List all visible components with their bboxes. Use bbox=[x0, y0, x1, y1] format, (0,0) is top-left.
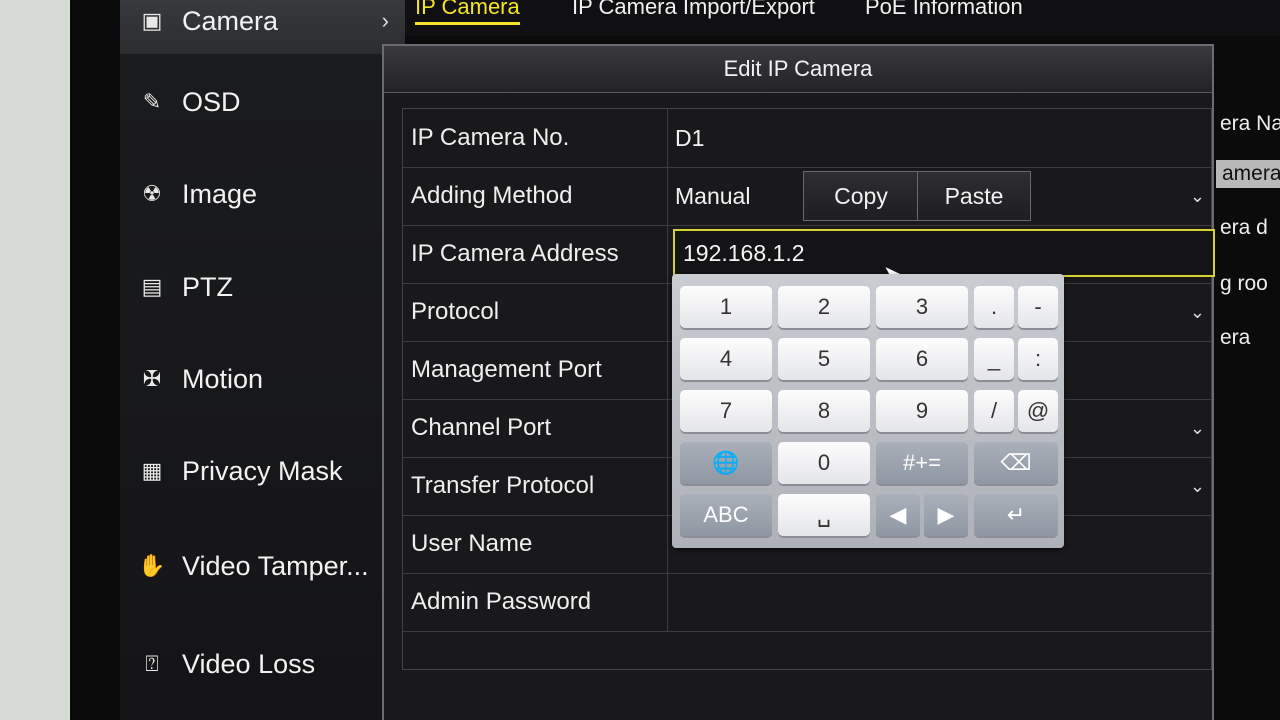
sidebar-item-ptz[interactable]: ▤ PTZ bbox=[120, 259, 405, 315]
key-5[interactable]: 5 bbox=[778, 338, 870, 380]
table-cell: g roo bbox=[1220, 272, 1268, 295]
key-underscore[interactable]: _ bbox=[974, 338, 1014, 380]
table-cell[interactable]: amera bbox=[1216, 160, 1280, 188]
row-admin-password: Admin Password bbox=[403, 573, 1211, 632]
chevron-down-icon[interactable]: ⌄ bbox=[1190, 457, 1205, 515]
tab-bar: IP Camera IP Camera Import/Export PoE In… bbox=[405, 0, 1280, 36]
chevron-right-icon: › bbox=[381, 8, 389, 33]
on-screen-keypad: 1 2 3 . - 4 5 6 _ : 7 8 9 / @ 🌐 0 #+= ⌫ … bbox=[672, 274, 1064, 548]
camera-no-value: D1 bbox=[675, 125, 705, 151]
camera-icon: ▣ bbox=[141, 8, 163, 33]
key-3[interactable]: 3 bbox=[876, 286, 968, 328]
paste-button[interactable]: Paste bbox=[917, 171, 1031, 221]
globe-icon[interactable]: 🌐 bbox=[680, 442, 772, 484]
key-dot[interactable]: . bbox=[974, 286, 1014, 328]
key-colon[interactable]: : bbox=[1018, 338, 1058, 380]
row-camera-no: IP Camera No. D1 bbox=[403, 109, 1211, 168]
sidebar-item-label: Camera bbox=[182, 5, 279, 36]
sidebar-item-image[interactable]: ☢ Image bbox=[120, 166, 405, 222]
sidebar: ▣ Camera › ✎ OSD ☢ Image ▤ PTZ ✠ Motion … bbox=[120, 0, 405, 720]
space-icon[interactable]: ␣ bbox=[778, 494, 870, 536]
arrow-right-icon[interactable]: ▶ bbox=[924, 494, 968, 536]
key-at[interactable]: @ bbox=[1018, 390, 1058, 432]
ptz-icon: ▤ bbox=[141, 274, 163, 299]
key-7[interactable]: 7 bbox=[680, 390, 772, 432]
sidebar-item-privacy-mask[interactable]: ▦ Privacy Mask bbox=[120, 443, 405, 499]
sidebar-item-label: Privacy Mask bbox=[182, 455, 343, 486]
sidebar-item-label: OSD bbox=[182, 86, 241, 117]
video-tamper-icon: ✋ bbox=[138, 553, 166, 578]
abc-key[interactable]: ABC bbox=[680, 494, 772, 536]
tab-ip-camera[interactable]: IP Camera bbox=[415, 0, 520, 25]
video-loss-icon: ⍰ bbox=[145, 651, 159, 676]
key-6[interactable]: 6 bbox=[876, 338, 968, 380]
sidebar-item-video-tamper[interactable]: ✋ Video Tamper... bbox=[120, 538, 405, 594]
osd-icon: ✎ bbox=[142, 89, 162, 114]
dvr-screen: ▣ Camera › ✎ OSD ☢ Image ▤ PTZ ✠ Motion … bbox=[70, 0, 1280, 720]
field-label: IP Camera Address bbox=[411, 240, 619, 267]
key-hyphen[interactable]: - bbox=[1018, 286, 1058, 328]
sidebar-item-motion[interactable]: ✠ Motion bbox=[120, 351, 405, 407]
row-adding-method: Adding Method Manual Copy Paste ⌄ bbox=[403, 167, 1211, 226]
tab-ip-camera-import-export[interactable]: IP Camera Import/Export bbox=[572, 0, 815, 20]
field-label: Channel Port bbox=[411, 414, 552, 441]
field-label: Management Port bbox=[411, 356, 602, 383]
chevron-down-icon[interactable]: ⌄ bbox=[1190, 167, 1205, 225]
field-label: Transfer Protocol bbox=[411, 472, 595, 499]
key-0[interactable]: 0 bbox=[778, 442, 870, 484]
chevron-down-icon[interactable]: ⌄ bbox=[1190, 399, 1205, 457]
key-2[interactable]: 2 bbox=[778, 286, 870, 328]
field-label: User Name bbox=[411, 530, 533, 557]
field-label: Protocol bbox=[411, 298, 500, 325]
sidebar-item-label: Video Tamper... bbox=[182, 550, 369, 581]
privacy-mask-icon: ▦ bbox=[141, 458, 163, 483]
table-cell: era d bbox=[1220, 216, 1268, 239]
camera-table-fragment: era Na amera era d g roo era bbox=[1210, 100, 1280, 360]
table-cell: era bbox=[1220, 326, 1251, 349]
table-cell: era Na bbox=[1220, 112, 1280, 135]
sidebar-item-label: Image bbox=[182, 178, 258, 209]
ip-camera-address-input[interactable] bbox=[673, 229, 1215, 277]
field-label: Adding Method bbox=[411, 182, 573, 209]
sidebar-item-label: Video Loss bbox=[182, 648, 316, 679]
motion-icon: ✠ bbox=[142, 366, 162, 391]
field-label: IP Camera No. bbox=[411, 124, 570, 151]
key-9[interactable]: 9 bbox=[876, 390, 968, 432]
copy-button[interactable]: Copy bbox=[803, 171, 919, 221]
key-4[interactable]: 4 bbox=[680, 338, 772, 380]
key-8[interactable]: 8 bbox=[778, 390, 870, 432]
sidebar-item-label: PTZ bbox=[182, 271, 233, 302]
sidebar-item-label: Motion bbox=[182, 363, 264, 394]
dialog-title: Edit IP Camera bbox=[384, 46, 1212, 93]
enter-icon[interactable]: ↵ bbox=[974, 494, 1058, 536]
backspace-icon[interactable]: ⌫ bbox=[974, 442, 1058, 484]
adding-method-select[interactable]: Manual bbox=[675, 167, 750, 225]
key-1[interactable]: 1 bbox=[680, 286, 772, 328]
chevron-down-icon[interactable]: ⌄ bbox=[1190, 283, 1205, 341]
image-icon: ☢ bbox=[142, 181, 162, 206]
symbols-key[interactable]: #+= bbox=[876, 442, 968, 484]
key-slash[interactable]: / bbox=[974, 390, 1014, 432]
tab-poe-information[interactable]: PoE Information bbox=[865, 0, 1023, 20]
field-label: Admin Password bbox=[411, 588, 592, 615]
sidebar-item-video-loss[interactable]: ⍰ Video Loss bbox=[120, 636, 405, 692]
sidebar-item-camera[interactable]: ▣ Camera › bbox=[120, 0, 405, 54]
arrow-left-icon[interactable]: ◀ bbox=[876, 494, 920, 536]
sidebar-item-osd[interactable]: ✎ OSD bbox=[120, 74, 405, 130]
